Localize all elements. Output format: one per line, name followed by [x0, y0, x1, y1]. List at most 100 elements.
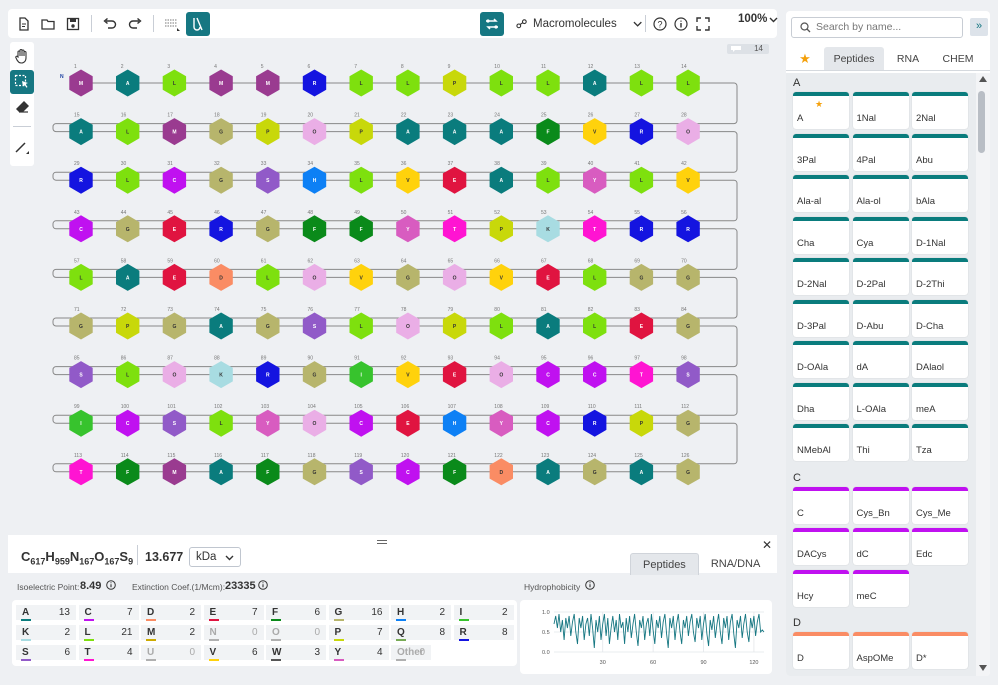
monomer-A[interactable]: A 116	[209, 453, 233, 486]
monomer-O[interactable]: O 20	[302, 113, 327, 146]
bond-tool-icon[interactable]	[10, 136, 34, 160]
monomer-G[interactable]: G 90	[302, 356, 327, 389]
monomer-G[interactable]: G 47	[256, 210, 280, 243]
info-icon[interactable]	[585, 580, 595, 592]
monomer-M[interactable]: M 17	[162, 113, 187, 146]
monomer-G[interactable]: G 44	[116, 210, 140, 243]
monomer-card[interactable]: D-OAla	[793, 341, 849, 378]
monomer-I[interactable]: I99	[69, 404, 93, 437]
close-icon[interactable]: ✕	[762, 538, 772, 552]
monomer-G[interactable]: G 124	[583, 453, 607, 486]
monomer-E[interactable]: E37	[442, 161, 467, 194]
monomer-card[interactable]: Cya	[852, 216, 909, 254]
monomer-C[interactable]: C 96	[583, 356, 607, 389]
tab-rna[interactable]: RNA	[884, 47, 932, 70]
monomer-card[interactable]: DACys	[793, 528, 849, 565]
monomer-Y[interactable]: Y108	[489, 404, 513, 437]
scrollbar[interactable]	[976, 73, 990, 676]
monomer-card[interactable]: Dha	[793, 382, 849, 420]
monomer-card[interactable]: 3Pal	[793, 133, 849, 171]
monomer-G[interactable]: G 112	[676, 404, 700, 437]
monomer-C[interactable]: C 43	[69, 210, 93, 243]
monomer-M[interactable]: M 115	[162, 453, 187, 486]
monomer-card[interactable]: 2Nal	[912, 92, 968, 129]
info-icon[interactable]	[106, 580, 116, 592]
scroll-down-icon[interactable]	[979, 665, 987, 671]
monomer-R[interactable]: R 89	[256, 356, 280, 389]
favorites-star-icon[interactable]: ★	[786, 47, 824, 70]
monomer-P[interactable]: P21	[349, 113, 373, 146]
monomer-Y[interactable]: Y103	[256, 404, 280, 437]
monomer-H[interactable]: H 34	[302, 161, 327, 194]
monomer-P[interactable]: P79	[442, 307, 467, 340]
sequence-mode-icon[interactable]	[186, 12, 210, 36]
monomer-card[interactable]: Thi	[852, 424, 909, 461]
monomer-O[interactable]: O 28	[676, 113, 700, 146]
monomer-G[interactable]: G 32	[209, 161, 233, 194]
monomer-A[interactable]: A 24	[489, 113, 513, 146]
monomer-card[interactable]: 1Nal	[852, 92, 909, 129]
monomer-M[interactable]: M1	[69, 64, 93, 97]
monomer-R[interactable]: R6	[302, 64, 327, 97]
monomer-card[interactable]: C	[793, 486, 849, 524]
monomer-A[interactable]: A 58	[116, 258, 140, 291]
monomer-C[interactable]: C 100	[116, 404, 140, 437]
monomer-T[interactable]: T 51	[442, 210, 467, 243]
monomer-S[interactable]: S101	[162, 404, 187, 437]
monomer-A[interactable]: A2	[116, 64, 140, 97]
monomer-L[interactable]: L 68	[583, 258, 607, 291]
monomer-R[interactable]: R 27	[629, 113, 654, 146]
monomer-L[interactable]: L 102	[209, 404, 233, 437]
monomer-E[interactable]: E59	[162, 258, 187, 291]
monomer-C[interactable]: C 95	[536, 356, 560, 389]
monomer-P[interactable]: P52	[489, 210, 513, 243]
monomer-S[interactable]: S119	[349, 453, 373, 486]
monomer-card[interactable]: Edc	[912, 528, 968, 565]
monomer-R[interactable]: R 110	[583, 404, 607, 437]
monomer-R[interactable]: R 29	[69, 161, 93, 194]
monomer-L[interactable]: L 82	[583, 307, 607, 340]
monomer-L[interactable]: L 41	[629, 161, 654, 194]
monomer-M[interactable]: M5	[256, 64, 280, 97]
monomer-G[interactable]: G 75	[256, 307, 280, 340]
monomer-card[interactable]: Ala-al	[793, 175, 849, 212]
monomer-card[interactable]: Ala-ol	[852, 175, 909, 212]
monomer-card[interactable]: Abu	[912, 133, 968, 171]
monomer-G[interactable]: G 69	[629, 258, 654, 291]
monomer-F[interactable]: F 121	[442, 453, 467, 486]
monomer-F[interactable]: F 117	[256, 453, 280, 486]
tab-rna-dna[interactable]: RNA/DNA	[699, 553, 773, 575]
zoom-select[interactable]: 100%	[738, 13, 778, 25]
monomer-V[interactable]: V42	[676, 161, 700, 194]
monomer-O[interactable]: O 78	[396, 307, 420, 340]
monomer-R[interactable]: R 56	[676, 210, 700, 243]
monomer-card[interactable]: D	[793, 632, 849, 669]
monomer-C[interactable]: C 120	[396, 453, 420, 486]
monomer-F[interactable]: F 25	[536, 113, 560, 146]
monomer-L[interactable]: L8	[396, 64, 420, 97]
monomer-G[interactable]: G 73	[162, 307, 187, 340]
save-icon[interactable]	[61, 12, 85, 36]
monomer-L[interactable]: L 14	[676, 64, 700, 97]
monomer-G[interactable]: G 18	[209, 113, 233, 146]
monomer-E[interactable]: E83	[629, 307, 654, 340]
monomer-P[interactable]: P19	[256, 113, 280, 146]
monomer-K[interactable]: K 53	[536, 210, 560, 243]
monomer-C[interactable]: C 105	[349, 404, 373, 437]
monomer-card[interactable]: D-1Nal	[912, 216, 968, 254]
select-tool-icon[interactable]	[10, 70, 34, 94]
monomer-O[interactable]: O 62	[302, 258, 327, 291]
fullscreen-icon[interactable]	[691, 12, 715, 36]
scroll-up-icon[interactable]	[979, 76, 987, 82]
eraser-icon[interactable]	[10, 95, 34, 119]
monomer-G[interactable]: G 84	[676, 307, 700, 340]
monomer-Y[interactable]: Y50	[396, 210, 420, 243]
monomer-S[interactable]: S98	[676, 356, 700, 389]
monomer-T[interactable]: T 97	[629, 356, 654, 389]
open-file-icon[interactable]	[36, 12, 60, 36]
macromolecules-select[interactable]: Macromolecules	[516, 13, 642, 35]
redo-icon[interactable]	[123, 12, 147, 36]
monomer-S[interactable]: S85	[69, 356, 93, 389]
monomer-G[interactable]: G 71	[69, 307, 93, 340]
monomer-E[interactable]: E93	[442, 356, 467, 389]
